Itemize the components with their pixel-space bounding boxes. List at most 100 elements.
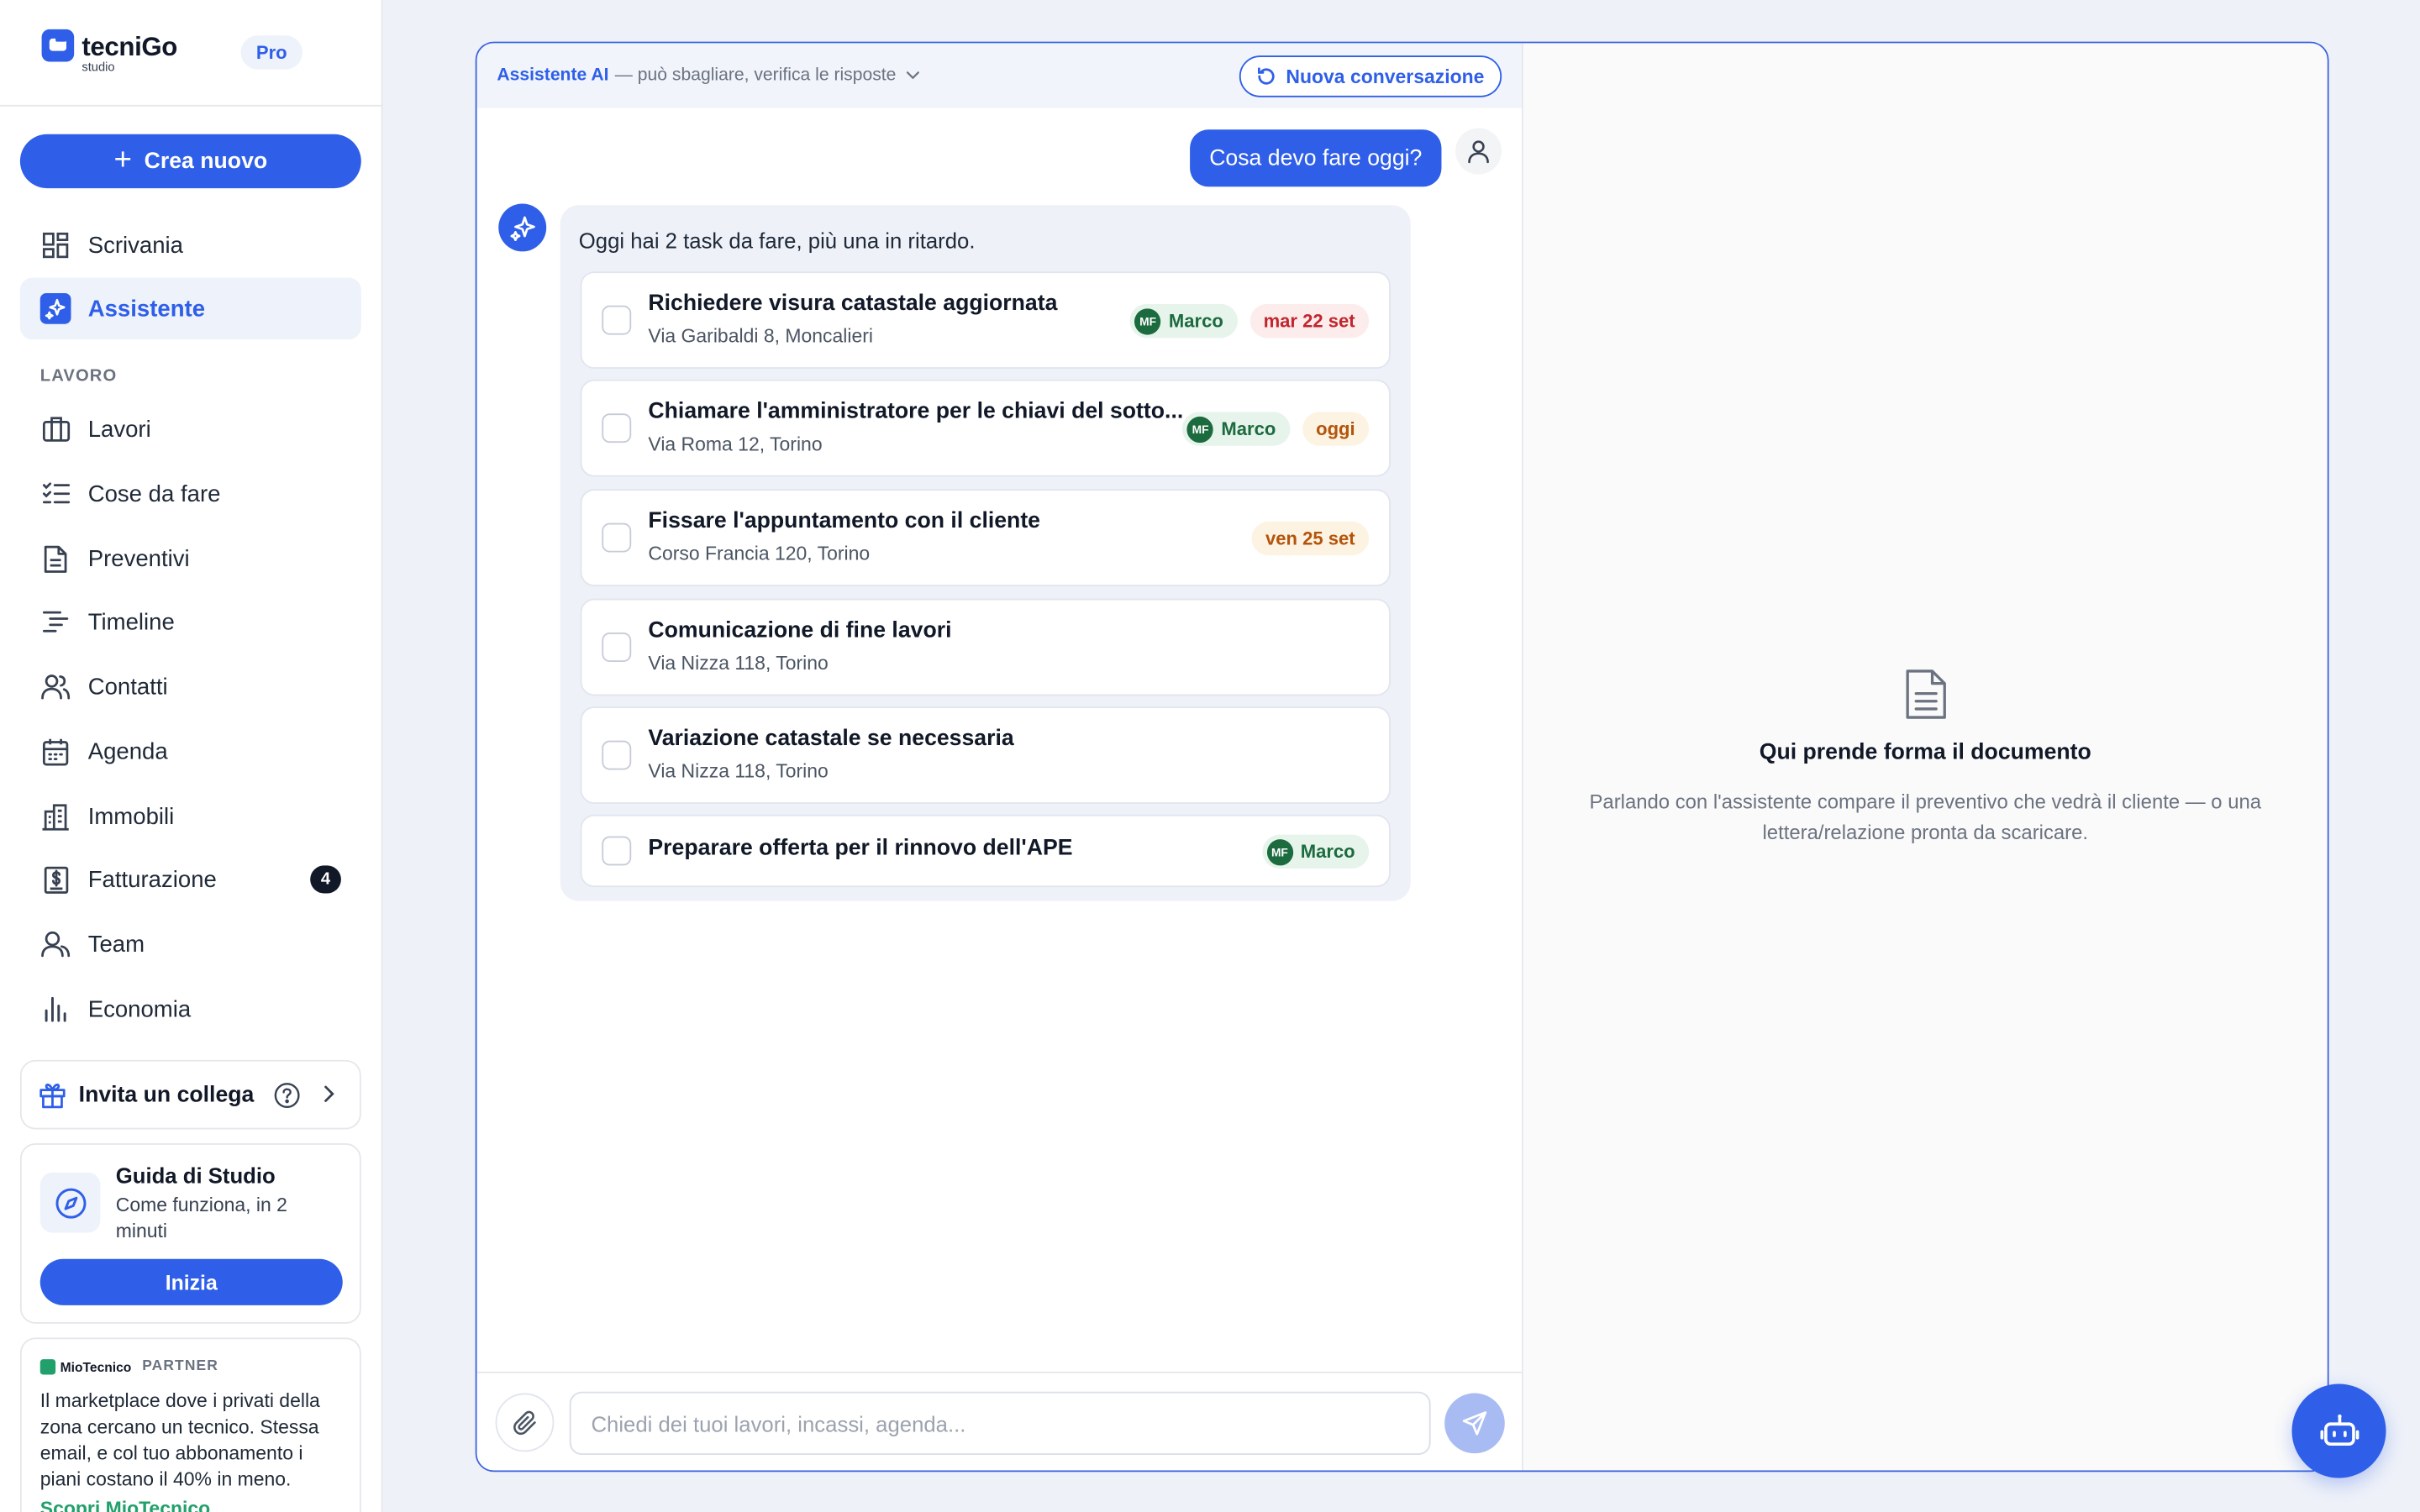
sidebar-item-lavori[interactable]: Lavori <box>20 398 361 459</box>
task-card[interactable]: Chiamare l'amministratore per le chiavi … <box>580 379 1391 477</box>
sidebar-item-assistente[interactable]: Assistente <box>19 277 361 340</box>
task-checkbox[interactable] <box>602 522 632 553</box>
user-avatar-icon <box>1455 128 1502 175</box>
assignee-name: Marco <box>1221 417 1276 440</box>
task-title: Chiamare l'amministratore per le chiavi … <box>648 399 1184 425</box>
due-date-badge: oggi <box>1302 412 1370 446</box>
sidebar-item-immobili[interactable]: Immobili <box>20 785 361 847</box>
invite-colleague-button[interactable]: Invita un collega <box>19 1059 361 1130</box>
compass-icon <box>39 1172 101 1233</box>
sidebar-item-scrivania[interactable]: Scrivania <box>20 214 361 276</box>
new-conversation-button[interactable]: Nuova conversazione <box>1239 55 1502 97</box>
task-checkbox[interactable] <box>602 305 632 335</box>
checklist-icon <box>40 478 71 509</box>
task-address: Via Roma 12, Torino <box>648 433 823 455</box>
sidebar-item-preventivi[interactable]: Preventivi <box>20 528 361 589</box>
create-new-label: Crea nuovo <box>144 149 268 174</box>
sidebar-item-label: Lavori <box>87 415 151 443</box>
section-label-lavoro: LAVORO <box>39 367 118 386</box>
task-checkbox[interactable] <box>602 633 632 662</box>
refresh-icon <box>1258 67 1276 85</box>
partner-card: MioTecnico PARTNER Il marketplace dove i… <box>19 1337 361 1512</box>
sidebar-item-economia[interactable]: Economia <box>20 978 361 1039</box>
sidebar-item-cose-da-fare[interactable]: Cose da fare <box>20 463 361 524</box>
assignee-name: Marco <box>1168 310 1223 332</box>
chat-header: Assistente AI — può sbagliare, verifica … <box>476 43 1522 108</box>
sidebar-item-contatti[interactable]: Contatti <box>20 656 361 717</box>
bar-chart-icon <box>40 994 71 1025</box>
document-preview-pane: Qui prende forma il documento Parlando c… <box>1523 43 2328 1471</box>
task-checkbox[interactable] <box>602 740 632 770</box>
task-card[interactable]: Fissare l'appuntamento con il cliente Co… <box>580 489 1391 586</box>
assignee-initials: MF <box>1187 415 1214 443</box>
task-title: Richiedere visura catastale aggiornata <box>648 291 1058 317</box>
message-input[interactable] <box>569 1391 1431 1456</box>
document-icon <box>1523 668 2328 720</box>
sidebar-item-label: Contatti <box>87 673 168 700</box>
assistant-title[interactable]: Assistente AI <box>497 66 608 85</box>
studio-guide-card: Guida di Studio Come funziona, in 2 minu… <box>19 1142 361 1324</box>
sidebar-item-label: Scrivania <box>87 232 184 259</box>
sidebar-item-timeline[interactable]: Timeline <box>20 591 361 652</box>
invoice-count-badge: 4 <box>310 865 341 894</box>
assistant-panel: Assistente AI — può sbagliare, verifica … <box>475 41 2329 1473</box>
task-address: Corso Francia 120, Torino <box>648 543 871 565</box>
brand[interactable]: tecniGo studio <box>41 29 178 75</box>
message-composer <box>476 1371 1522 1471</box>
send-button[interactable] <box>1444 1393 1505 1454</box>
guide-subtitle: Come funziona, in 2 minuti <box>115 1194 287 1242</box>
plan-badge: Pro <box>240 35 302 70</box>
plus-icon: + <box>113 142 132 177</box>
due-date-badge: ven 25 set <box>1251 521 1370 556</box>
chat-pane: Assistente AI — può sbagliare, verifica … <box>476 43 1523 1471</box>
assignee-initials: MF <box>1266 838 1293 865</box>
assignee-name: Marco <box>1300 841 1355 863</box>
new-conversation-label: Nuova conversazione <box>1286 66 1485 87</box>
task-checkbox[interactable] <box>602 836 632 866</box>
assignee-initials: MF <box>1134 307 1161 334</box>
partner-text: Il marketplace dove i privati della zona… <box>39 1389 320 1491</box>
sidebar-item-label: Team <box>87 931 145 958</box>
help-icon[interactable] <box>273 1082 301 1116</box>
task-checkbox[interactable] <box>602 413 632 444</box>
sparkles-icon <box>39 292 71 324</box>
document-icon <box>40 543 71 575</box>
calendar-icon <box>40 736 71 767</box>
invite-label: Invita un collega <box>78 1082 255 1107</box>
task-address: Via Nizza 118, Torino <box>648 652 829 675</box>
sidebar-item-label: Preventivi <box>87 545 190 572</box>
guide-start-button[interactable]: Inizia <box>39 1258 343 1305</box>
sidebar-item-agenda[interactable]: Agenda <box>20 721 361 782</box>
document-title: Qui prende forma il documento <box>1759 740 2091 766</box>
building-icon <box>40 801 71 832</box>
assistant-fab-button[interactable] <box>2291 1383 2386 1478</box>
chevron-down-icon[interactable] <box>905 71 919 80</box>
team-icon <box>40 929 71 960</box>
task-card[interactable]: Variazione catastale se necessaria Via N… <box>580 706 1391 804</box>
sidebar-item-team[interactable]: Team <box>20 913 361 974</box>
briefcase-icon <box>40 413 71 444</box>
task-address: Via Garibaldi 8, Moncalieri <box>648 325 873 348</box>
assignee-badge: MF Marco <box>1182 412 1290 446</box>
user-message: Cosa devo fare oggi? <box>1190 129 1442 187</box>
sidebar-item-fatturazione[interactable]: Fatturazione 4 <box>20 848 361 910</box>
task-title: Comunicazione di fine lavori <box>648 618 952 643</box>
task-card[interactable]: Richiedere visura catastale aggiornata V… <box>580 271 1391 369</box>
partner-tag: PARTNER <box>142 1357 218 1375</box>
sidebar-item-label: Agenda <box>87 738 168 765</box>
brand-sub: studio <box>82 60 115 75</box>
send-icon <box>1462 1411 1487 1436</box>
brand-name: tecniGo <box>82 32 178 62</box>
timeline-icon <box>40 606 71 638</box>
partner-link[interactable]: Scopri MioTecnico <box>40 1498 210 1512</box>
task-card[interactable]: Comunicazione di fine lavori Via Nizza 1… <box>580 598 1391 696</box>
assistant-message: Oggi hai 2 task da fare, più una in rita… <box>560 205 1411 901</box>
task-card[interactable]: Preparare offerta per il rinnovo dell'AP… <box>580 814 1391 888</box>
task-title: Fissare l'appuntamento con il cliente <box>648 509 1041 534</box>
guide-title: Guida di Studio <box>115 1163 276 1189</box>
create-new-button[interactable]: + Crea nuovo <box>19 134 361 189</box>
assignee-badge: MF Marco <box>1261 834 1370 869</box>
attach-icon[interactable] <box>495 1393 555 1452</box>
invoice-icon <box>40 864 71 895</box>
due-date-badge: mar 22 set <box>1249 303 1370 339</box>
